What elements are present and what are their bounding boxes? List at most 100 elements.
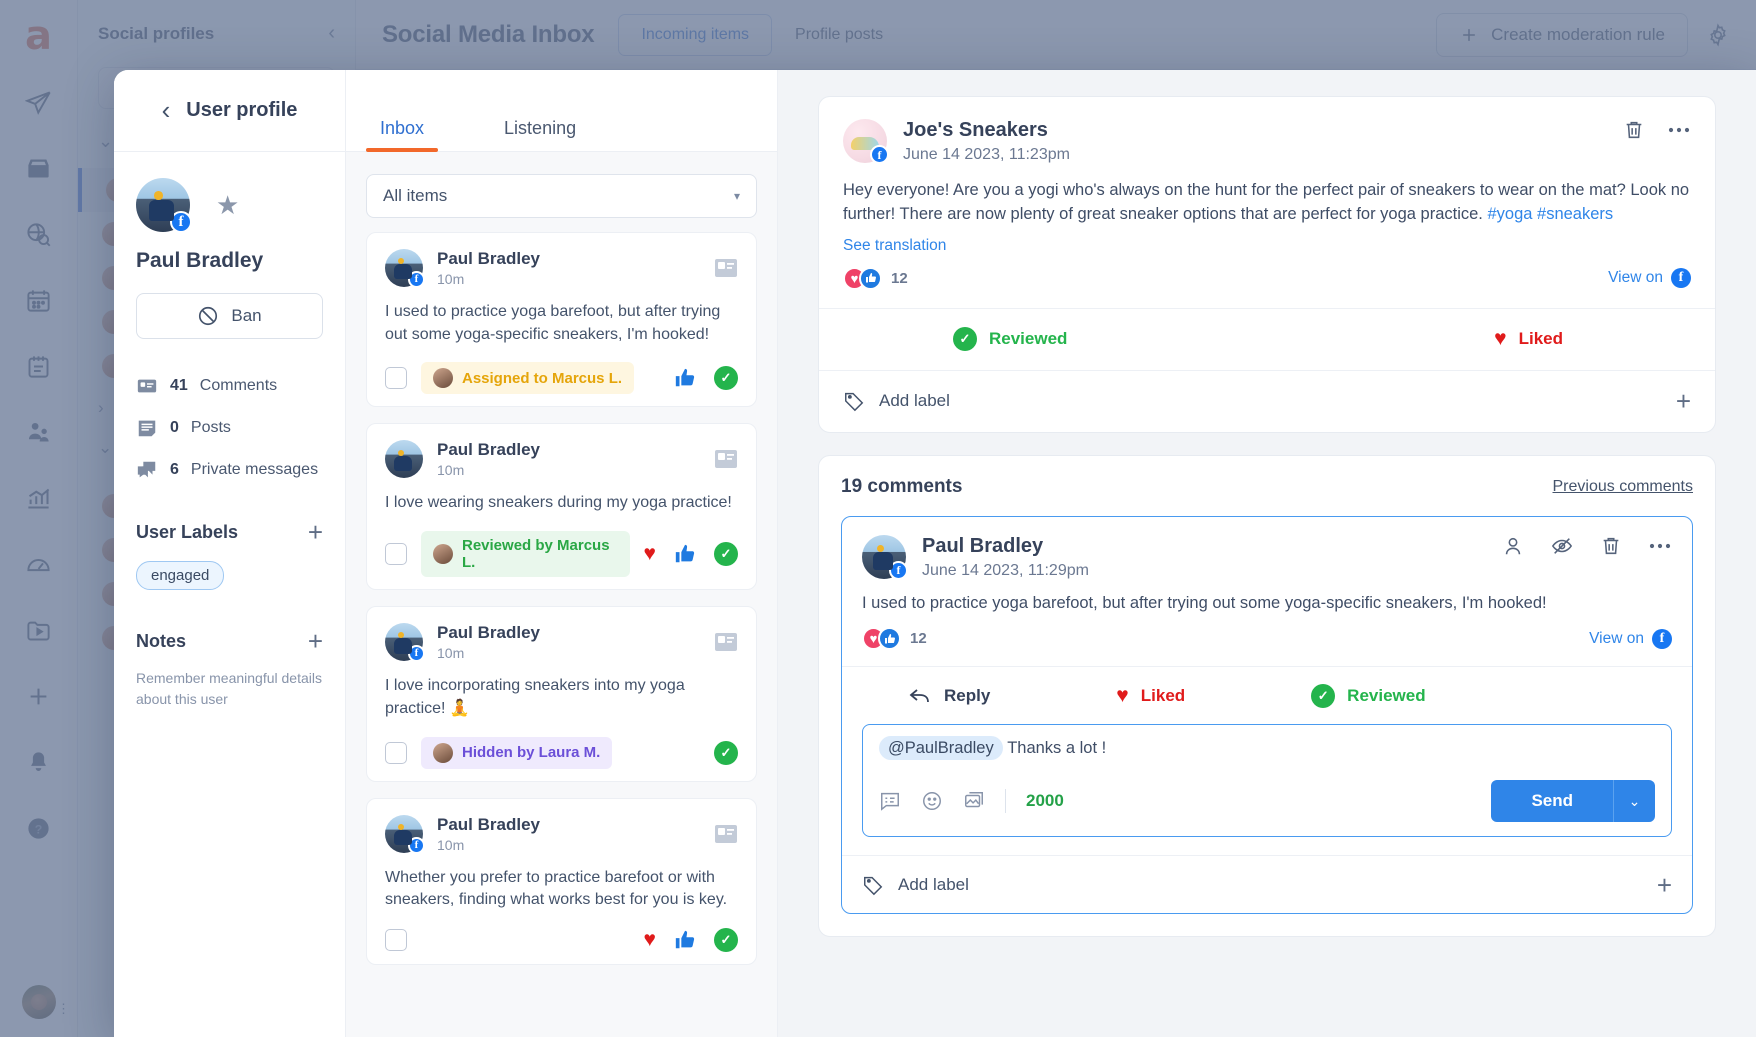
reply-button[interactable]: Reply [908, 686, 990, 706]
add-note-button[interactable]: + [308, 628, 323, 654]
like-reaction-icon [878, 627, 901, 650]
avatar: f [385, 249, 423, 287]
message-type-icon [714, 824, 738, 844]
message-checkbox[interactable] [385, 543, 407, 565]
add-user-label-button[interactable]: + [308, 519, 323, 545]
list-item[interactable]: f Paul Bradley 10m Whether you prefer to… [366, 798, 757, 965]
more-horizontal-icon[interactable] [1648, 542, 1672, 550]
message-footer: ♥ ✓ [385, 928, 738, 952]
ban-button[interactable]: Ban [136, 293, 323, 339]
user-stats: 41 Comments 0 Posts 6 [136, 375, 323, 481]
message-checkbox[interactable] [385, 929, 407, 951]
reaction-count: 12 [891, 270, 908, 287]
emoji-icon[interactable] [921, 790, 943, 812]
comment-add-label-text: Add label [898, 875, 969, 895]
star-icon[interactable]: ★ [216, 190, 239, 221]
chevron-left-icon[interactable]: ‹ [162, 101, 171, 119]
view-on-facebook-link[interactable]: View on f [1589, 629, 1672, 649]
chevron-down-icon[interactable]: ⌄ [1613, 780, 1655, 822]
list-item[interactable]: Paul Bradley 10m I love wearing sneakers… [366, 423, 757, 590]
status-badge: Hidden by Laura M. [421, 737, 612, 769]
post-liked-button[interactable]: ♥ Liked [1494, 327, 1563, 351]
hashtag-yoga[interactable]: #yoga [1487, 205, 1532, 223]
inbox-tabs: Inbox Listening [346, 70, 777, 152]
message-header: Paul Bradley 10m [385, 440, 738, 478]
comment-text: I used to practice yoga barefoot, but af… [842, 580, 1692, 616]
hashtag-sneakers[interactable]: #sneakers [1537, 205, 1613, 223]
reply-icon [908, 686, 932, 706]
reply-composer[interactable]: @PaulBradley Thanks a lot ! 2000 Send ⌄ [862, 724, 1672, 837]
stat-pm-label: Private messages [191, 461, 318, 479]
user-name: Paul Bradley [136, 249, 323, 273]
message-time: 10m [437, 645, 540, 661]
see-translation-link[interactable]: See translation [819, 227, 1715, 255]
tab-inbox[interactable]: Inbox [366, 118, 438, 151]
message-actions: ✓ [674, 366, 738, 390]
view-on-label: View on [1608, 269, 1663, 287]
thumb-up-icon[interactable] [674, 367, 696, 389]
inbox-pane: Inbox Listening All items ▾ f Paul Bradl… [346, 70, 778, 1037]
tag-icon [843, 390, 865, 412]
list-item[interactable]: f Paul Bradley 10m I used to practice yo… [366, 232, 757, 407]
tab-listening[interactable]: Listening [490, 118, 590, 151]
facebook-badge-icon: f [170, 211, 192, 233]
user-label-chip[interactable]: engaged [136, 561, 224, 590]
reviewed-check-icon[interactable]: ✓ [714, 542, 738, 566]
comment-item: f Paul Bradley June 14 2023, 11:29pm I [841, 516, 1693, 915]
comment-reviewed-button[interactable]: ✓ Reviewed [1311, 684, 1425, 708]
reviewed-check-icon: ✓ [953, 327, 977, 351]
more-horizontal-icon[interactable] [1667, 126, 1691, 134]
heart-icon[interactable]: ♥ [644, 928, 656, 952]
reviewed-check-icon[interactable]: ✓ [714, 928, 738, 952]
message-text: Whether you prefer to practice barefoot … [385, 867, 738, 912]
saved-reply-icon[interactable] [879, 790, 901, 812]
post-reviewed-button[interactable]: ✓ Reviewed [953, 327, 1067, 351]
comment-add-label-row[interactable]: Add label + [842, 855, 1692, 913]
message-type-icon [714, 449, 738, 469]
user-labels-title: User Labels [136, 522, 238, 543]
heart-icon: ♥ [1116, 684, 1128, 708]
facebook-badge-icon: f [889, 561, 908, 580]
post-add-label-row[interactable]: Add label + [819, 370, 1715, 432]
view-on-facebook-link[interactable]: View on f [1608, 268, 1691, 288]
user-profile-header: ‹ User profile [114, 70, 345, 152]
send-group: Send ⌄ [1491, 780, 1655, 822]
post-identity: Joe's Sneakers June 14 2023, 11:23pm [903, 119, 1070, 164]
trash-icon[interactable] [1623, 119, 1645, 141]
person-icon[interactable] [1502, 535, 1524, 557]
items-filter-select[interactable]: All items ▾ [366, 174, 757, 218]
reaction-summary: ♥ 12 [843, 267, 908, 290]
list-item[interactable]: f Paul Bradley 10m I love incorporating … [366, 606, 757, 781]
stat-comments-count: 41 [170, 377, 188, 395]
comment-date: June 14 2023, 11:29pm [922, 562, 1089, 580]
add-label-plus-button[interactable]: + [1676, 388, 1691, 414]
notes-header: Notes + [136, 628, 323, 654]
comments-count: 19 comments [841, 476, 962, 498]
add-label-plus-button[interactable]: + [1657, 872, 1672, 898]
avatar: f [136, 178, 190, 232]
inbox-message-list: f Paul Bradley 10m I used to practice yo… [346, 228, 777, 981]
send-button[interactable]: Send [1491, 780, 1613, 822]
heart-icon[interactable]: ♥ [644, 542, 656, 566]
ban-label: Ban [231, 306, 261, 326]
trash-icon[interactable] [1600, 535, 1622, 557]
comment-author: Paul Bradley [922, 535, 1089, 558]
composer-input[interactable]: @PaulBradley Thanks a lot ! [879, 739, 1655, 758]
previous-comments-link[interactable]: Previous comments [1553, 478, 1694, 496]
image-icon[interactable] [963, 790, 985, 812]
message-author: Paul Bradley [437, 249, 540, 269]
reviewed-check-icon[interactable]: ✓ [714, 366, 738, 390]
message-checkbox[interactable] [385, 367, 407, 389]
stat-posts: 0 Posts [136, 417, 323, 439]
thumb-up-icon[interactable] [674, 929, 696, 951]
items-filter-value: All items [383, 186, 447, 206]
facebook-badge-icon: f [870, 145, 889, 164]
reviewed-check-icon[interactable]: ✓ [714, 741, 738, 765]
status-badge-label: Reviewed by Marcus L. [462, 537, 618, 571]
thumb-up-icon[interactable] [674, 543, 696, 565]
comment-liked-button[interactable]: ♥ Liked [1116, 684, 1185, 708]
facebook-badge-icon: f [408, 271, 425, 288]
message-checkbox[interactable] [385, 742, 407, 764]
hide-eye-icon[interactable] [1550, 535, 1574, 557]
post-status-row: ✓ Reviewed ♥ Liked [819, 308, 1715, 370]
